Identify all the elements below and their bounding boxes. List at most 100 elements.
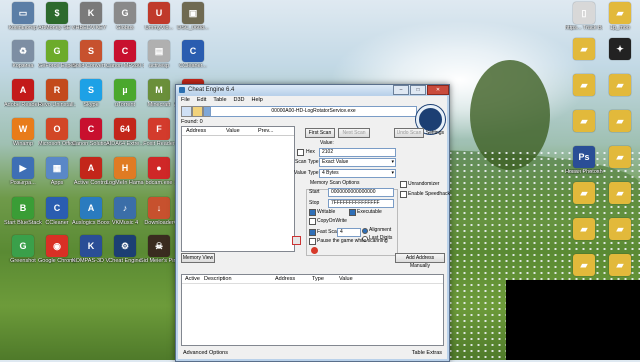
desktop-icon[interactable]: ▰ [601,146,639,169]
desktop-icon[interactable]: ▰ [601,218,639,241]
desktop-icon[interactable]: PsНовая Photoshop.psd [565,146,603,175]
column-address[interactable]: Address [182,127,222,135]
desktop-icon[interactable]: AAuslogics BoostSpeed [72,197,110,226]
desktop-icon[interactable]: K HBEDV.KEY [72,2,110,31]
desktop-icon[interactable]: F Foxit Reader [140,118,178,147]
fast-scan-input[interactable]: 4 [337,228,361,237]
start-address-input[interactable]: 0000000000000000 [328,188,394,197]
desktop-icon[interactable]: ▰ [601,254,639,277]
desktop-icon[interactable]: G Globus [106,2,144,31]
column-value[interactable]: Value [222,127,254,135]
memory-view-button[interactable]: Memory View [181,253,215,263]
title-bar[interactable]: Cheat Engine 6.4 – □ ✕ [176,85,449,95]
desktop-icon[interactable]: OMicrosoft Office... [38,118,76,147]
desktop-icon[interactable]: KKOMPAS-3D V13 [72,235,110,264]
desktop-icon[interactable]: W Winamp [4,118,42,147]
add-address-manually-button[interactable]: Add Address Manually [395,253,445,269]
desktop-icon[interactable]: G Greenshot [4,235,42,264]
stop-address-input[interactable]: 7FFFFFFFFFFFFFFF [328,199,394,208]
desktop-icon[interactable]: S Solid Convert... [72,40,110,69]
minimize-button[interactable]: – [393,85,409,95]
desktop-icon[interactable]: ▤ activesp [140,40,178,69]
column-description[interactable]: Description [204,275,232,283]
value-type-select[interactable]: 4 Bytes [319,169,396,178]
menu-file[interactable]: File [181,97,190,103]
desktop-icon[interactable]: U UmmyVid... [140,2,178,31]
menu-d3d[interactable]: D3D [234,97,245,103]
advanced-options-button[interactable]: Advanced Options [183,350,228,356]
desktop-icon[interactable]: ♻ Корзина [4,40,42,69]
desktop-icon[interactable]: ◉Google Chrome [38,235,76,264]
desktop-icon[interactable]: C CCleaner... [174,40,212,69]
desktop-icon[interactable]: ▰ [565,218,603,241]
fast-scan-checkbox[interactable] [309,229,316,236]
toolbar: 00000A00-HD-LogRotatorService.exe [178,105,447,117]
executable-checkbox[interactable] [349,209,356,216]
desktop-icon[interactable]: ▰ [601,110,639,133]
desktop-icon[interactable]: ▦ Apps [38,157,76,186]
pause-game-checkbox[interactable] [309,238,316,245]
pointer-scan-icon[interactable] [292,236,301,245]
desktop-icon[interactable]: A Active Control [72,157,110,186]
desktop-icon[interactable]: C CCleaner [38,197,76,226]
writable-checkbox[interactable] [309,209,316,216]
desktop-icon[interactable]: C Canon Solution... [72,118,110,147]
desktop-icon[interactable]: ▰ [565,110,603,133]
desktop-icon[interactable]: ⚙ Cheat Engine [106,235,144,264]
desktop-icon[interactable]: ☠Sid Meier's Pirates! [140,235,178,264]
desktop-icon[interactable]: GGeForce Experience [38,40,76,69]
desktop-icon[interactable]: ↓ Downloader [140,197,178,226]
desktop-icon[interactable]: ● bdcam.exe [140,157,178,186]
desktop-icon[interactable]: ▣ DSC_0608... [174,2,212,31]
maximize-button[interactable]: □ [410,85,426,95]
desktop-icon[interactable]: ▭ Компьютер [4,2,42,31]
menu-help[interactable]: Help [252,97,263,103]
scan-type-select[interactable]: Exact Value [319,158,396,167]
desktop-icon[interactable]: CCanon MP280 ser... [106,40,144,69]
desktop-icon[interactable]: S Skype [72,79,110,108]
desktop-icon[interactable]: ▰ [601,182,639,205]
table-extras-button[interactable]: Table Extras [412,350,442,356]
cheat-table[interactable]: Active Description Address Type Value [181,274,444,346]
undo-scan-button[interactable]: Undo Scan [394,128,424,138]
column-active[interactable]: Active [185,275,200,283]
open-file-button[interactable] [192,106,203,117]
menu-edit[interactable]: Edit [197,97,206,103]
desktop-icon[interactable]: ▰ [565,254,603,277]
next-scan-button[interactable]: Next Scan [338,128,370,138]
desktop-icon[interactable]: HLogMeIn Hamachi [106,157,144,186]
desktop-icon[interactable]: A Adobe Reader X [4,79,42,108]
desktop-icon[interactable]: ▰ [565,182,603,205]
desktop-icon[interactable]: ▶ Розыгра... [4,157,42,186]
desktop-icon[interactable]: $ArtMoney SE v7.43 [38,2,76,31]
hex-checkbox[interactable] [297,149,304,156]
desktop-icon[interactable]: R Revo Uninstall... [38,79,76,108]
settings-label[interactable]: Settings [426,130,444,136]
value-input[interactable]: 2102 [319,148,396,157]
desktop-icon[interactable]: ✦ [601,38,639,61]
alignment-radio[interactable] [362,228,368,234]
desktop-icon[interactable]: M Minecraft [140,79,178,108]
speedhack-checkbox[interactable] [400,191,407,198]
select-process-button[interactable] [181,106,192,117]
copy-on-write-checkbox[interactable] [309,218,316,225]
desktop-icon[interactable]: ♪ VKMusic 4 [106,197,144,226]
desktop-icon[interactable]: ▰ 1p_moo [601,2,639,31]
unrandomizer-checkbox[interactable] [400,181,407,188]
desktop-icon[interactable]: µ uTorrent [106,79,144,108]
desktop-icon[interactable]: ▰ [565,38,603,61]
column-previous[interactable]: Prev... [254,127,288,135]
close-button[interactable]: ✕ [427,85,449,95]
desktop-icon[interactable]: ▰ [601,74,639,97]
desktop-icon[interactable]: 64AIDA64 Extre... [106,118,144,147]
column-value[interactable]: Value [339,275,353,283]
desktop-icon[interactable]: ▰ [565,74,603,97]
desktop-icon[interactable]: ▯ https... Track B... [565,2,603,31]
stop-icon[interactable] [311,247,318,254]
menu-table[interactable]: Table [213,97,226,103]
column-type[interactable]: Type [312,275,324,283]
found-address-list[interactable]: Address Value Prev... [181,126,295,252]
column-address[interactable]: Address [275,275,295,283]
first-scan-button[interactable]: First Scan [305,128,335,138]
desktop-icon[interactable]: B Start BlueStacks [4,197,42,226]
